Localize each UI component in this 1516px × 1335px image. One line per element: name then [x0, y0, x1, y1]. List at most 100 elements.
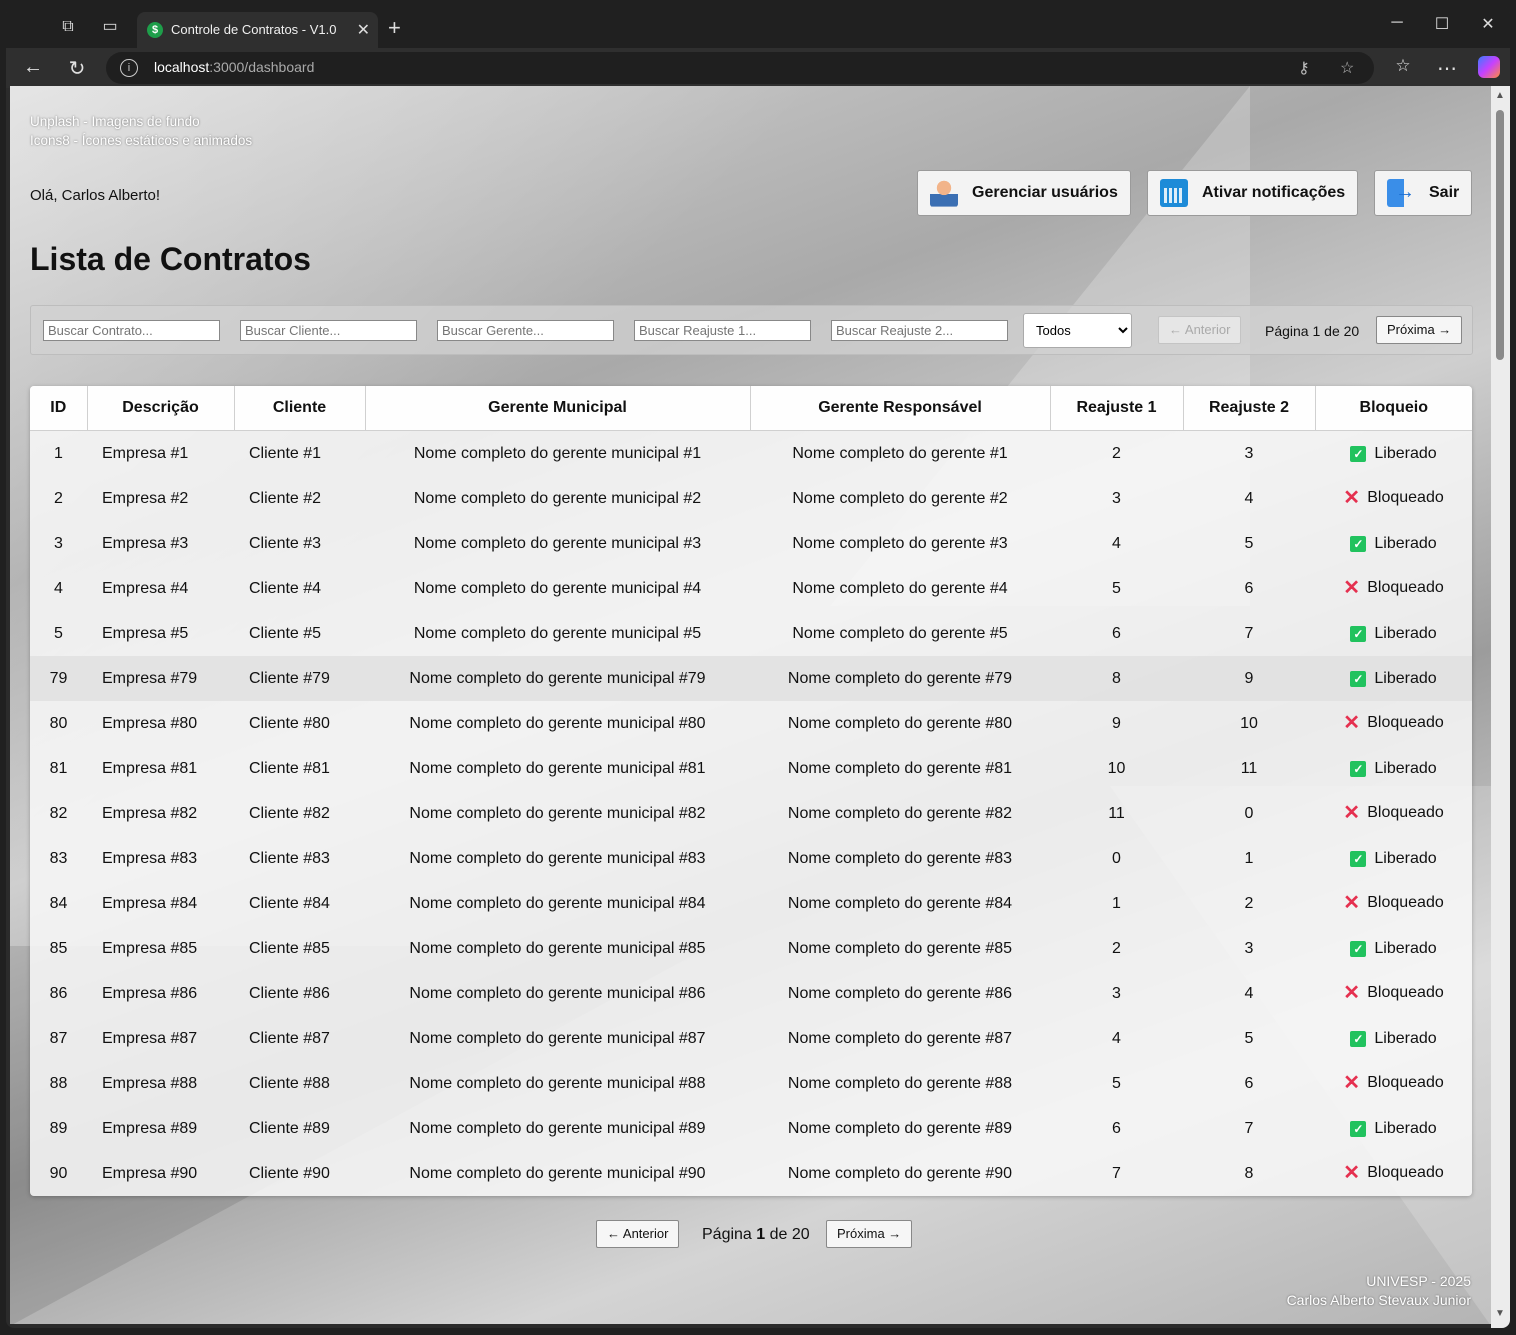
next-page-button-bottom[interactable]: Próxima →: [826, 1220, 913, 1248]
table-row[interactable]: 5 Empresa #5 Cliente #5 Nome completo do ge…: [30, 611, 1472, 656]
cell-reajuste-1: 6: [1112, 1119, 1121, 1137]
cell-bloqueio: ✕ Bloqueado: [1315, 881, 1472, 926]
table-row[interactable]: 3 Empresa #3 Cliente #3 Nome completo do ge…: [30, 521, 1472, 566]
manage-users-label: Gerenciar usuários: [972, 184, 1118, 201]
cell-gerente-municipal: Nome completo do gerente municipal #1: [413, 444, 702, 462]
col-header-bloqueio[interactable]: Bloqueio: [1315, 386, 1472, 431]
manage-users-button[interactable]: Gerenciar usuários: [917, 170, 1131, 216]
cell-descricao: Empresa #79: [87, 656, 234, 701]
scroll-up-icon[interactable]: ▲: [1495, 90, 1505, 101]
cell-id: 79: [30, 656, 87, 701]
status-label: Liberado: [1374, 534, 1437, 552]
cell-id: 80: [49, 714, 68, 732]
table-row[interactable]: 80 Empresa #80 Cliente #80 Nome completo do…: [30, 701, 1472, 746]
table-row[interactable]: 4 Empresa #4 Cliente #4 Nome completo do ge…: [30, 566, 1472, 611]
close-tab-icon[interactable]: ✕: [357, 20, 370, 40]
cell-reajuste-1: 2: [1112, 444, 1121, 462]
cell-cliente: Cliente #2: [249, 489, 322, 507]
search-adjustment1-input[interactable]: [634, 320, 811, 341]
cell-id: 86: [49, 984, 68, 1002]
table-row[interactable]: 84 Empresa #84 Cliente #84 Nome completo do…: [30, 881, 1472, 926]
col-header-reajuste-1[interactable]: Reajuste 1: [1050, 386, 1184, 431]
cell-reajuste-1: 7: [1112, 1164, 1121, 1182]
status-badge: ✕ Bloqueado: [1343, 893, 1444, 913]
close-window-icon[interactable]: ✕: [1473, 14, 1503, 34]
cell-gerente-responsavel: Nome completo do gerente #83: [787, 849, 1013, 867]
search-contract-input[interactable]: [43, 320, 220, 341]
scroll-down-icon[interactable]: ▼: [1495, 1308, 1505, 1319]
table-row[interactable]: 88 Empresa #88 Cliente #88 Nome completo do…: [30, 1061, 1472, 1106]
cell-bloqueio: ✓ Liberado: [1315, 836, 1472, 881]
cell-descricao: Empresa #86: [102, 984, 198, 1002]
cell-descricao: Empresa #2: [102, 489, 189, 507]
col-header-gerente-municipal[interactable]: Gerente Municipal: [365, 386, 751, 431]
logout-button[interactable]: Sair: [1374, 170, 1472, 216]
status-label: Bloqueado: [1367, 803, 1444, 821]
col-header-descricao[interactable]: Descrição: [87, 386, 235, 431]
cell-gerente-municipal: Nome completo do gerente municipal #85: [409, 939, 706, 957]
url-field[interactable]: i localhost:3000/dashboard ⚷ ☆: [106, 52, 1374, 84]
cell-gerente-municipal: Nome completo do gerente municipal #90: [409, 1164, 706, 1182]
table-row[interactable]: 81 Empresa #81 Cliente #81 Nome completo do…: [30, 746, 1472, 791]
status-badge: ✕ Bloqueado: [1343, 1163, 1444, 1183]
cell-reajuste-1: 5: [1112, 579, 1121, 597]
table-row[interactable]: 1 Empresa #1 Cliente #1 Nome completo do ge…: [30, 431, 1472, 477]
cell-gerente-responsavel: Nome completo do gerente #4: [792, 579, 1008, 597]
table-row[interactable]: 86 Empresa #86 Cliente #86 Nome completo do…: [30, 971, 1472, 1016]
credit-unsplash-link[interactable]: Unplash - Imagens de fundo: [30, 112, 252, 131]
cell-bloqueio: ✕ Bloqueado: [1315, 476, 1472, 521]
table-row[interactable]: 83 Empresa #83 Cliente #83 Nome completo do…: [30, 836, 1472, 881]
col-header-cliente[interactable]: Cliente: [234, 386, 366, 431]
table-row[interactable]: 87 Empresa #87 Cliente #87 Nome completo do…: [30, 1016, 1472, 1061]
page-scrollbar[interactable]: ▲ ▼: [1491, 86, 1510, 1328]
cell-reajuste-1: 4: [1112, 1029, 1121, 1047]
more-menu-icon[interactable]: ⋯: [1434, 56, 1460, 81]
credit-icons8-link[interactable]: Icons8 - Ícones estáticos e animados: [30, 131, 252, 150]
new-tab-icon[interactable]: +: [388, 15, 401, 41]
cell-reajuste-1: 1: [1112, 894, 1121, 912]
copilot-icon[interactable]: [1478, 56, 1500, 78]
workspaces-icon[interactable]: ⧉: [57, 16, 79, 38]
cell-gerente-responsavel: Nome completo do gerente #2: [792, 489, 1008, 507]
prev-page-button-bottom[interactable]: ← Anterior: [596, 1220, 680, 1248]
search-client-input[interactable]: [240, 320, 417, 341]
key-icon[interactable]: ⚷: [1298, 58, 1310, 78]
cell-cliente: Cliente #90: [249, 1164, 330, 1182]
table-row[interactable]: 85 Empresa #85 Cliente #85 Nome completo do…: [30, 926, 1472, 971]
col-header-reajuste-2[interactable]: Reajuste 2: [1183, 386, 1316, 431]
tab-actions-icon[interactable]: ▭: [99, 16, 121, 38]
scroll-thumb[interactable]: [1496, 110, 1504, 360]
prev-page-button-top[interactable]: ← Anterior: [1158, 316, 1242, 344]
cell-reajuste-1: 2: [1112, 939, 1121, 957]
favorites-icon[interactable]: ☆: [1390, 56, 1416, 76]
table-row[interactable]: 89 Empresa #89 Cliente #89 Nome completo do…: [30, 1106, 1472, 1151]
status-filter-select[interactable]: Todos: [1023, 313, 1132, 348]
cell-gerente-responsavel: Nome completo do gerente #80: [787, 714, 1013, 732]
site-info-icon[interactable]: i: [120, 59, 138, 77]
cell-id: 83: [49, 849, 68, 867]
browser-tab[interactable]: $ Controle de Contratos - V1.0 ✕: [137, 12, 378, 48]
contracts-table: ID Descrição Cliente Gerente Municipal G…: [30, 386, 1472, 1196]
cell-reajuste-1: 3: [1112, 489, 1121, 507]
cell-cliente: Cliente #5: [249, 624, 322, 642]
search-manager-input[interactable]: [437, 320, 614, 341]
enable-notifications-button[interactable]: Ativar notificações: [1147, 170, 1358, 216]
table-row[interactable]: 90 Empresa #90 Cliente #90 Nome completo do…: [30, 1151, 1472, 1196]
next-page-button-top[interactable]: Próxima →: [1376, 316, 1463, 344]
status-label: Bloqueado: [1367, 488, 1444, 506]
minimize-icon[interactable]: ─: [1382, 14, 1412, 32]
col-header-id[interactable]: ID: [30, 386, 88, 431]
favorite-star-icon[interactable]: ☆: [1340, 58, 1354, 78]
cell-bloqueio: ✕ Bloqueado: [1315, 791, 1472, 836]
back-icon[interactable]: ←: [20, 56, 46, 79]
reload-icon[interactable]: ↻: [64, 56, 90, 81]
cell-gerente-responsavel: Nome completo do gerente #5: [792, 624, 1008, 642]
table-row[interactable]: 82 Empresa #82 Cliente #82 Nome completo do…: [30, 791, 1472, 836]
table-row[interactable]: 79 Empresa #79 Cliente #79 Nome completo do…: [30, 656, 1472, 701]
maximize-icon[interactable]: ☐: [1427, 14, 1457, 34]
cell-reajuste-2: 0: [1244, 804, 1254, 822]
search-adjustment2-input[interactable]: [831, 320, 1008, 341]
table-row[interactable]: 2 Empresa #2 Cliente #2 Nome completo do ge…: [30, 476, 1472, 521]
col-header-gerente-responsavel[interactable]: Gerente Responsável: [750, 386, 1051, 431]
cell-descricao: Empresa #84: [102, 894, 198, 912]
